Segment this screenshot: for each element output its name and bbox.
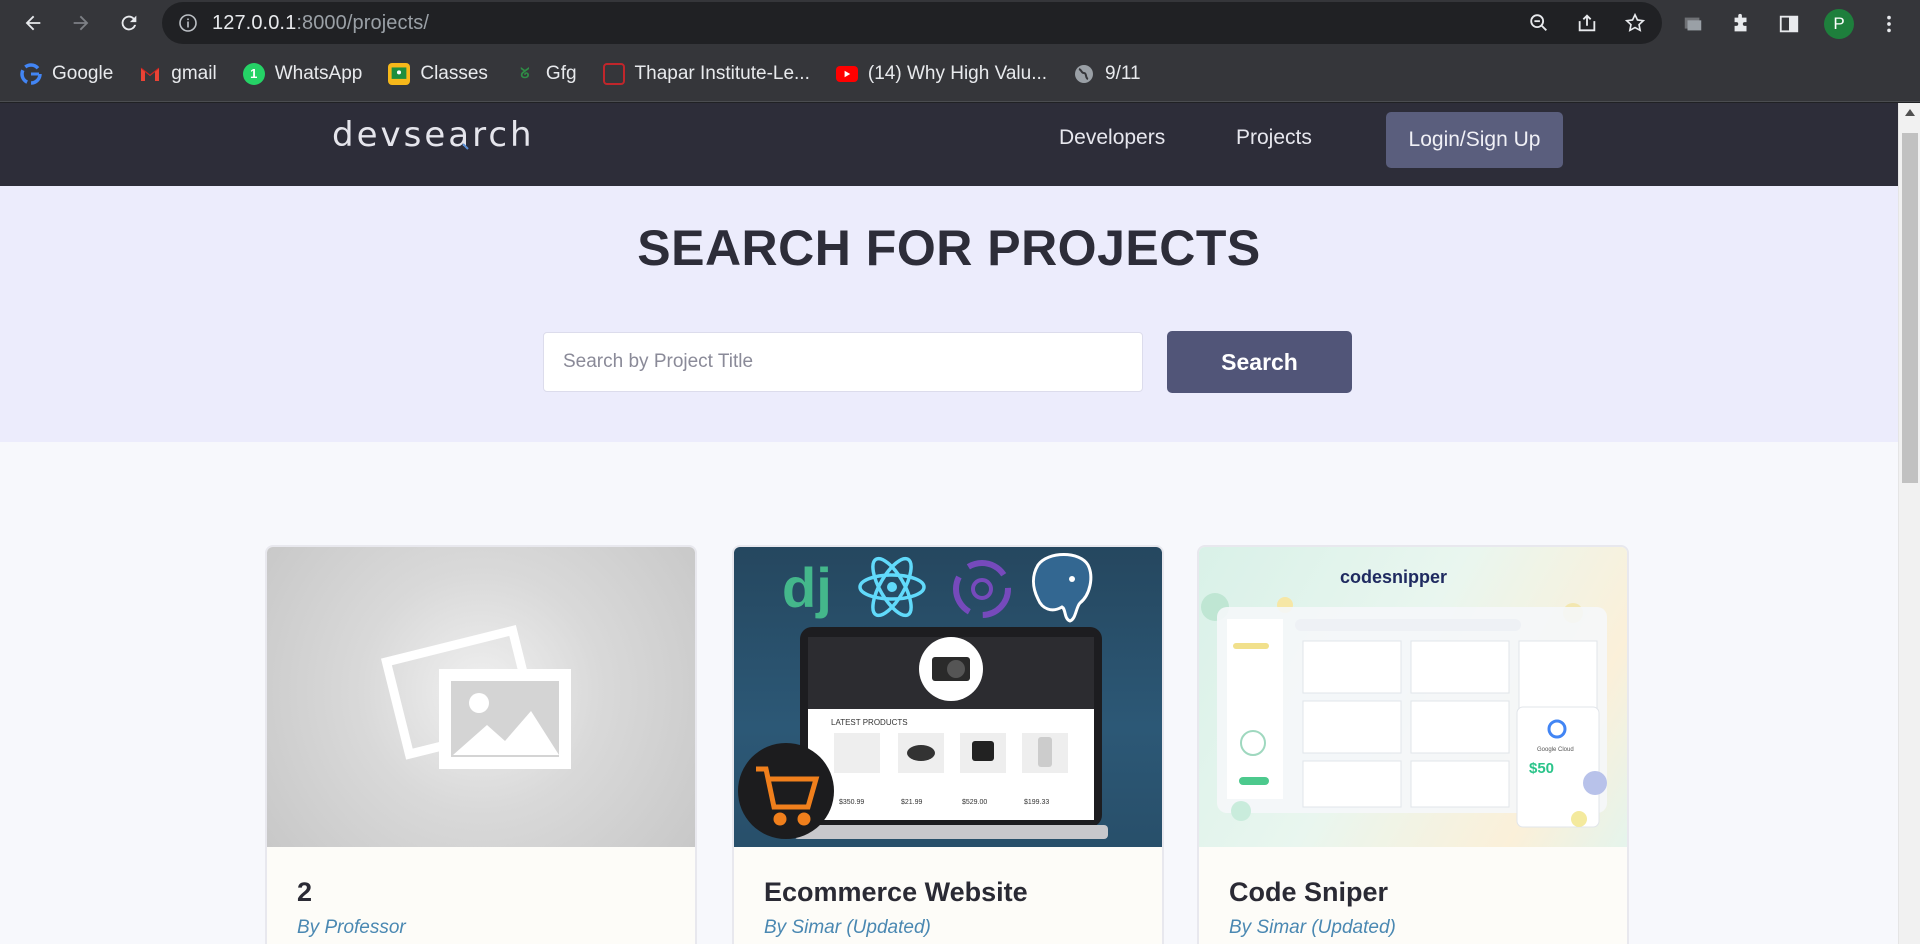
product-price: $199.33 [1024,799,1049,806]
devsearch-logo[interactable]: devsea rch [332,115,535,155]
google-icon [20,62,42,85]
globe-icon [1073,63,1095,85]
title-light: SEARCH FOR [637,220,988,276]
gmail-icon [139,63,161,85]
address-bar[interactable]: 127.0.0.1:8000/projects/ [162,2,1662,44]
bookmark-gfg[interactable]: ᘜ Gfg [514,62,577,85]
url-host: 127.0.0.1 [212,12,297,34]
postgresql-logo-icon [1032,553,1093,623]
project-card[interactable]: 2 By Professor [265,545,697,944]
redux-logo-icon [953,560,1011,618]
nav-projects-link[interactable]: Projects [1236,126,1312,150]
project-card[interactable]: dj LATEST PRODUCTS $350.99 $21.99 $529.0… [732,545,1164,944]
bookmark-thapar[interactable]: Thapar Institute-Le... [602,62,810,85]
forward-arrow-icon[interactable] [66,8,96,38]
extensions-puzzle-icon[interactable] [1728,11,1754,37]
page-viewport: devsea rch Developers Projects Login/Sign… [0,103,1920,944]
bookmark-label: gmail [171,62,217,84]
site-info-icon[interactable] [178,13,198,33]
bookmarks-bar: Google gmail 1 WhatsApp Classes ᘜ Gfg Th… [0,46,1920,102]
project-title[interactable]: Ecommerce Website [764,877,1028,908]
url-text: 127.0.0.1:8000/projects/ [212,12,429,35]
project-author[interactable]: By Simar (Updated) [764,917,931,939]
product-price: $350.99 [839,799,864,806]
gfg-icon: ᘜ [520,65,530,81]
logo-text-end: rch [472,115,535,155]
whatsapp-icon: 1 [242,62,265,85]
ecommerce-project-image: dj LATEST PRODUCTS $350.99 $21.99 $529.0… [734,547,1162,847]
credit-badge: $50 [1529,760,1554,777]
django-logo-icon: dj [782,556,832,619]
project-search-input[interactable] [543,332,1143,392]
site-header: devsea rch Developers Projects Login/Sign… [0,103,1898,186]
bookmark-911[interactable]: 9/11 [1073,63,1141,85]
search-button[interactable]: Search [1167,331,1352,393]
default-project-image [267,547,695,847]
project-title[interactable]: 2 [297,877,312,908]
youtube-icon [835,65,858,82]
url-path: :8000/projects/ [296,12,430,34]
projects-list: 2 By Professor dj LATEST PRODUCTS $350.9… [0,442,1898,944]
side-panel-icon[interactable] [1776,11,1802,37]
product-price: $21.99 [901,799,923,806]
scrollbar-thumb[interactable] [1902,133,1918,483]
share-icon[interactable] [1574,10,1600,36]
page-title: SEARCH FOR PROJECTS [0,219,1898,277]
kebab-menu-icon[interactable] [1876,11,1902,37]
project-author[interactable]: By Professor [297,917,406,939]
browser-toolbar: 127.0.0.1:8000/projects/ P [0,0,1920,46]
tab-search-icon[interactable] [1680,11,1706,37]
project-author[interactable]: By Simar (Updated) [1229,917,1396,939]
bookmark-gmail[interactable]: gmail [139,62,217,85]
profile-avatar[interactable]: P [1824,9,1854,39]
reload-icon[interactable] [114,8,144,38]
bookmark-label: Thapar Institute-Le... [634,62,810,84]
codesnipper-heading: codesnipper [1340,567,1447,587]
title-bold: PROJECTS [987,220,1261,276]
codesnipper-project-image: codesnipper Google Cloud $50 [1199,547,1627,847]
project-title[interactable]: Code Sniper [1229,877,1388,908]
bookmark-label: (14) Why High Valu... [867,62,1048,84]
nav-developers-link[interactable]: Developers [1059,126,1165,150]
bookmark-classes[interactable]: Classes [388,62,488,85]
bookmark-label: WhatsApp [274,62,363,84]
google-cloud-text: Google Cloud [1537,747,1574,753]
product-price: $529.00 [962,799,987,806]
login-signup-button[interactable]: Login/Sign Up [1386,112,1563,168]
classroom-icon [388,62,411,85]
zoom-out-icon[interactable] [1526,10,1552,36]
bookmark-label: Gfg [545,62,577,84]
image-placeholder-icon [380,625,571,769]
search-hero: SEARCH FOR PROJECTS Search [0,186,1898,442]
back-arrow-icon[interactable] [18,8,48,38]
bookmark-label: 9/11 [1105,62,1141,84]
bookmark-label: Classes [420,62,488,84]
project-card[interactable]: codesnipper Google Cloud $50 Code Sniper… [1197,545,1629,944]
magnifier-logo-icon: a [448,115,472,155]
react-logo-icon [858,556,926,618]
bookmark-label: Google [52,62,114,84]
page-scrollbar[interactable] [1898,103,1920,944]
bookmark-google[interactable]: Google [20,63,113,85]
latest-products-text: LATEST PRODUCTS [831,718,908,727]
bookmark-youtube[interactable]: (14) Why High Valu... [835,62,1048,85]
bookmark-star-icon[interactable] [1622,10,1648,36]
logo-text-start: devse [332,115,449,155]
thapar-icon [602,62,625,85]
bookmark-whatsapp[interactable]: 1 WhatsApp [242,62,363,85]
scroll-up-arrow-icon[interactable] [1905,109,1915,116]
